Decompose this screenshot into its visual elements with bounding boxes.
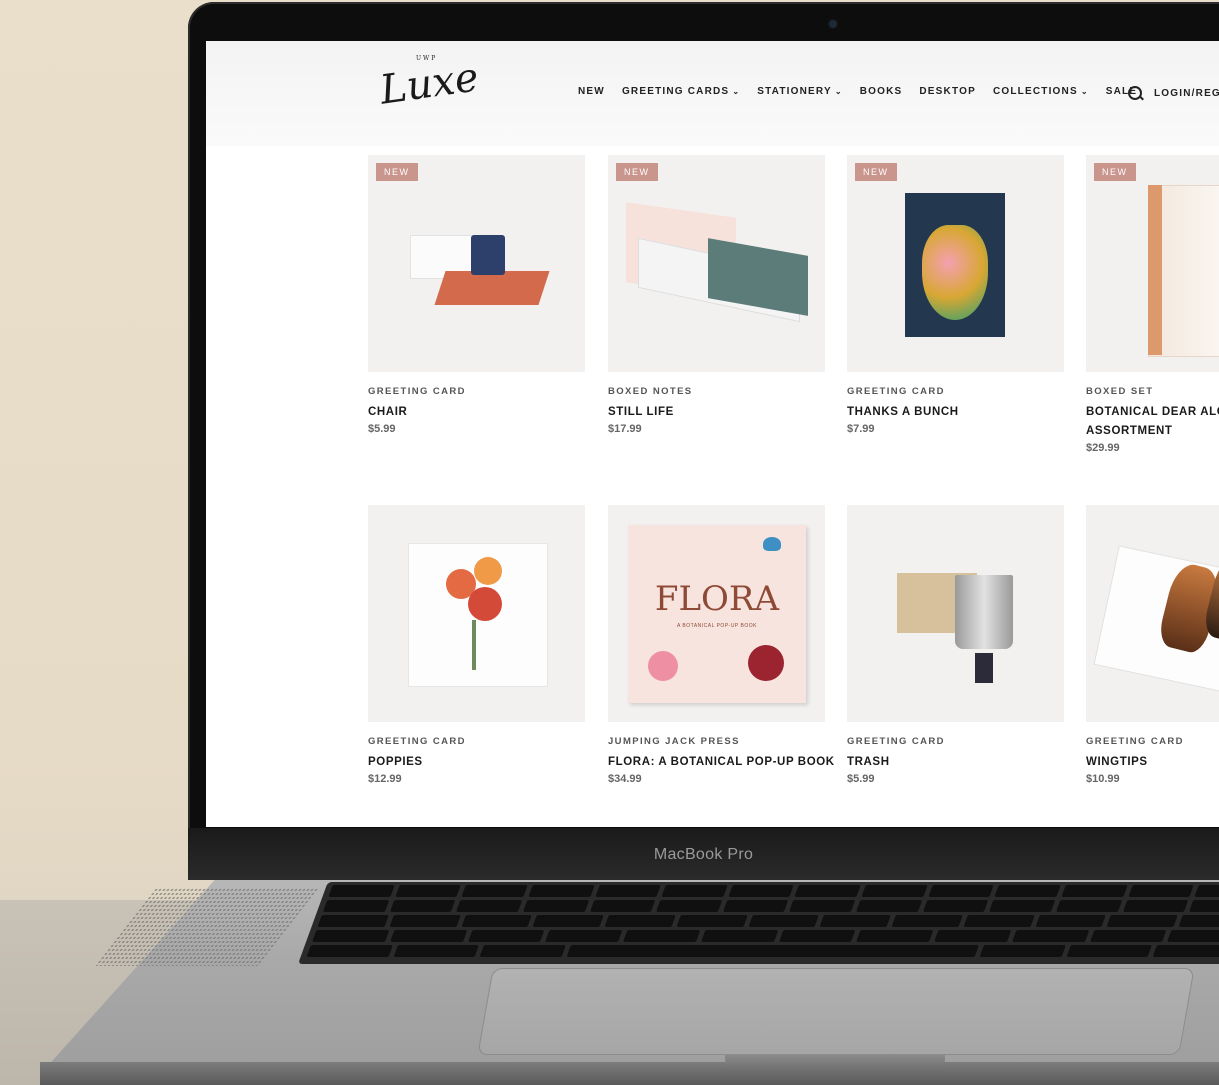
product-image[interactable]: NEW: [608, 155, 825, 372]
chair-shape: [471, 235, 505, 275]
product-image[interactable]: [1086, 505, 1219, 722]
login-register-link[interactable]: LOGIN/REGI: [1154, 88, 1219, 99]
rug-shape: [434, 271, 550, 305]
product-category: GREETING CARD: [1086, 736, 1184, 747]
stem-shape: [472, 620, 476, 670]
nav-item-collections[interactable]: COLLECTIONS ⌄: [993, 86, 1089, 97]
nav-item-books[interactable]: BOOKS: [860, 86, 903, 97]
camera-icon: [829, 20, 837, 28]
cover-subtitle: A BOTANICAL POP-UP BOOK: [676, 623, 758, 629]
poppy-shape: [468, 587, 502, 621]
product-card-poppies[interactable]: GREETING CARD POPPIES $12.99: [368, 505, 585, 785]
nav-label: COLLECTIONS: [992, 86, 1078, 97]
product-card-still-life[interactable]: NEW BOXED NOTES STILL LIFE $17.99: [608, 155, 825, 435]
nav-item-new[interactable]: NEW: [578, 86, 605, 97]
cover-title: FLORA: [654, 579, 780, 619]
new-badge: NEW: [376, 163, 418, 181]
flower-shape: [648, 651, 678, 681]
product-category: BOXED SET: [1086, 386, 1154, 397]
nav-item-desktop[interactable]: DESKTOP: [919, 86, 976, 97]
new-badge: NEW: [616, 163, 658, 181]
poppy-shape: [474, 557, 502, 585]
new-badge: NEW: [855, 163, 897, 181]
nav-item-greeting-cards[interactable]: GREETING CARDS ⌄: [622, 86, 740, 97]
device-brand-label: MacBook Pro: [653, 846, 754, 863]
product-card-botanical[interactable]: NEW BOXED SET BOTANICAL DEAR ALCH ASSORTM…: [1086, 155, 1219, 454]
lid-notch: [725, 1055, 945, 1073]
product-image[interactable]: FLORA A BOTANICAL POP-UP BOOK: [608, 505, 825, 722]
chevron-down-icon: ⌄: [1080, 87, 1089, 96]
product-price: $12.99: [368, 773, 402, 785]
butterfly-shape: [763, 537, 781, 551]
product-name-line2: ASSORTMENT: [1086, 425, 1173, 437]
site-header: UWP Luxe NEW GREETING CARDS ⌄ STATIONERY ⌄…: [206, 41, 1219, 146]
trash-can-shape: [955, 575, 1013, 649]
new-badge: NEW: [1094, 163, 1136, 181]
product-image[interactable]: NEW: [847, 155, 1064, 372]
product-price: $10.99: [1086, 773, 1120, 785]
product-price: $7.99: [847, 423, 875, 435]
logo-main-text: Luxe: [377, 54, 482, 114]
product-name-line1: BOTANICAL DEAR ALCH: [1086, 406, 1219, 418]
browser-screen: UWP Luxe NEW GREETING CARDS ⌄ STATIONERY ⌄…: [206, 41, 1219, 827]
nav-item-stationery[interactable]: STATIONERY ⌄: [757, 86, 843, 97]
tag-shape: [975, 653, 993, 683]
product-category: JUMPING JACK PRESS: [608, 736, 740, 747]
product-price: $17.99: [608, 423, 642, 435]
product-image[interactable]: NEW: [368, 155, 585, 372]
product-name[interactable]: BOTANICAL DEAR ALCH ASSORTMENT: [1086, 403, 1219, 441]
site-logo[interactable]: UWP Luxe: [374, 53, 481, 125]
product-category: GREETING CARD: [368, 386, 466, 397]
trackpad: [477, 968, 1195, 1055]
product-category: BOXED NOTES: [608, 386, 693, 397]
main-nav: NEW GREETING CARDS ⌄ STATIONERY ⌄ BOOKS DE…: [578, 86, 1154, 97]
product-name[interactable]: STILL LIFE: [608, 403, 825, 422]
product-image[interactable]: [368, 505, 585, 722]
product-price: $5.99: [368, 423, 396, 435]
product-category: GREETING CARD: [847, 386, 945, 397]
product-name[interactable]: FLORA: A BOTANICAL POP-UP BOOK: [608, 753, 834, 772]
search-icon[interactable]: [1128, 86, 1142, 100]
nav-label: NEW: [578, 86, 605, 97]
product-card-flora[interactable]: FLORA A BOTANICAL POP-UP BOOK JUMPING JA…: [608, 505, 834, 785]
product-price: $29.99: [1086, 442, 1120, 454]
product-name[interactable]: POPPIES: [368, 753, 585, 772]
product-image[interactable]: [847, 505, 1064, 722]
nav-label: DESKTOP: [919, 86, 976, 97]
chevron-down-icon: ⌄: [834, 87, 843, 96]
product-price: $5.99: [847, 773, 875, 785]
product-card-thanks-a-bunch[interactable]: NEW GREETING CARD THANKS A BUNCH $7.99: [847, 155, 1064, 435]
product-category: GREETING CARD: [368, 736, 466, 747]
box-side: [1148, 185, 1162, 355]
product-card-trash[interactable]: GREETING CARD TRASH $5.99: [847, 505, 1064, 785]
product-card-chair[interactable]: NEW GREETING CARD CHAIR $5.99: [368, 155, 585, 435]
product-name[interactable]: THANKS A BUNCH: [847, 403, 1064, 422]
product-category: GREETING CARD: [847, 736, 945, 747]
nav-label: GREETING CARDS: [621, 86, 730, 97]
nav-label: STATIONERY: [757, 86, 832, 97]
chevron-down-icon: ⌄: [732, 87, 741, 96]
product-image[interactable]: NEW: [1086, 155, 1219, 372]
laptop-base-edge: [40, 1062, 1219, 1085]
product-price: $34.99: [608, 773, 642, 785]
book-cover: FLORA A BOTANICAL POP-UP BOOK: [628, 525, 806, 703]
product-card-wingtips[interactable]: GREETING CARD WINGTIPS $10.99: [1086, 505, 1219, 785]
bouquet-shape: [922, 225, 988, 320]
keyboard: [298, 882, 1219, 964]
flower-shape: [748, 645, 784, 681]
nav-label: BOOKS: [859, 86, 903, 97]
product-name[interactable]: CHAIR: [368, 403, 585, 422]
product-name[interactable]: WINGTIPS: [1086, 753, 1219, 772]
screen-chin: MacBook Pro: [188, 828, 1219, 878]
product-name[interactable]: TRASH: [847, 753, 1064, 772]
